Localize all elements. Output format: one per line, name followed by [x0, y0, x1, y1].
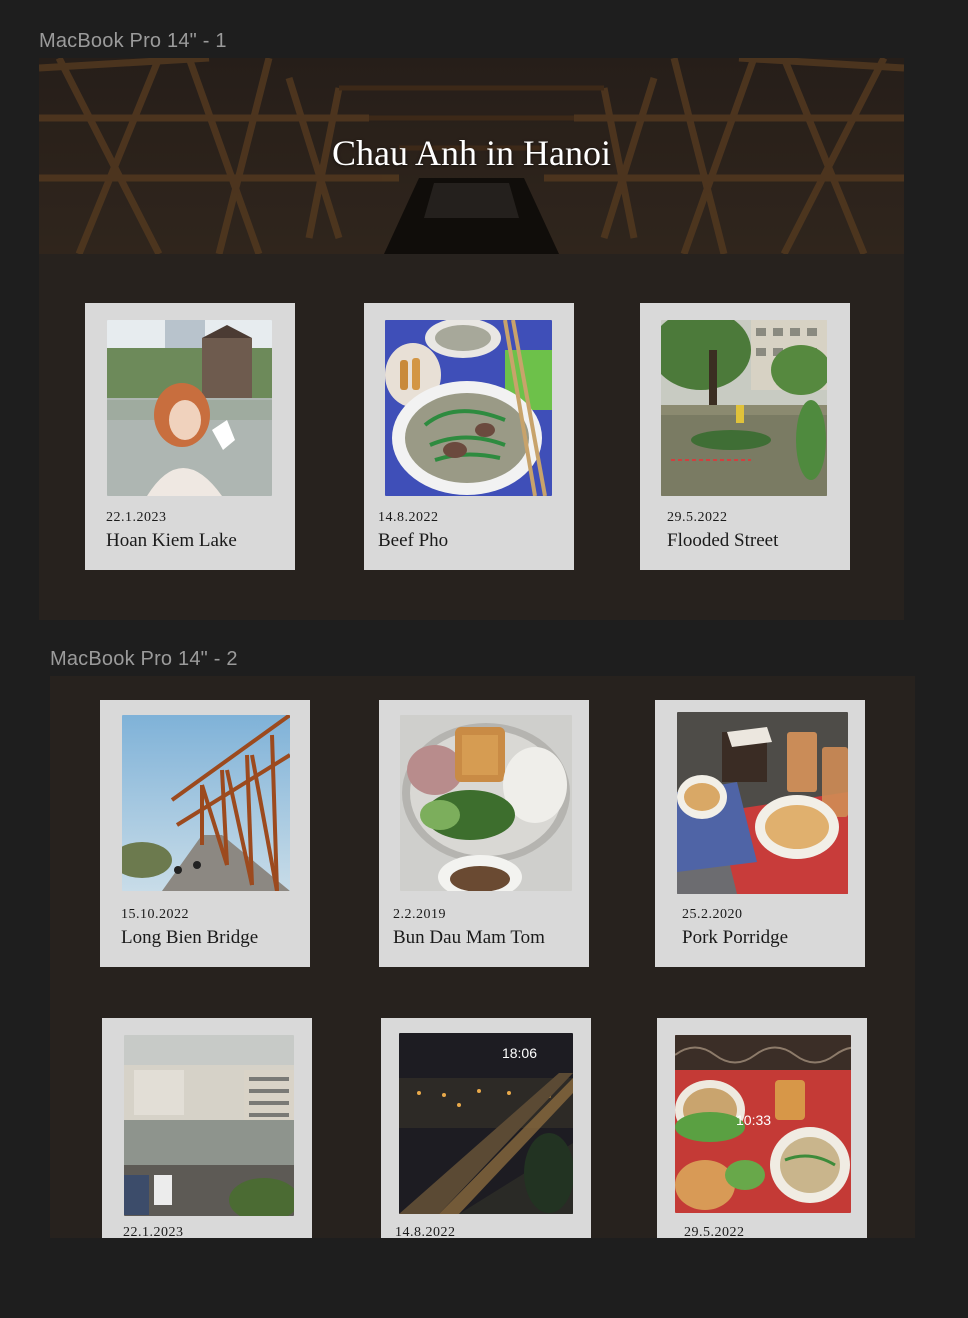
card-title: Beef Pho	[378, 530, 449, 551]
frame-label-1[interactable]: MacBook Pro 14" - 1	[39, 30, 227, 53]
porridge-photo	[677, 712, 848, 894]
card-date: 15.10.2022	[121, 907, 189, 922]
flooded-street-photo	[661, 320, 827, 496]
photo-card-hoan-kiem[interactable]: 22.1.2023 Hoan Kiem Lake	[85, 303, 295, 570]
card-title: Flooded Street	[667, 530, 779, 551]
photo-card-beef-pho[interactable]: 14.8.2022 Beef Pho	[364, 303, 574, 570]
photo-card-bun-dau[interactable]: 2.2.2019 Bun Dau Mam Tom	[379, 700, 589, 967]
card-title: Bun Dau Mam Tom	[393, 927, 545, 948]
city-rain-photo	[124, 1035, 294, 1216]
photo-card-pork-porridge[interactable]: 25.2.2020 Pork Porridge	[655, 700, 865, 967]
card-title: Pork Porridge	[682, 927, 789, 948]
card-date: 14.8.2022	[378, 510, 439, 525]
card-date: 22.1.2023	[106, 510, 167, 525]
photo-card-city-rain[interactable]: 22.1.2023	[102, 1018, 312, 1238]
noodle-table-photo: 10:33	[675, 1035, 851, 1213]
photo-card-long-bien[interactable]: 15.10.2022 Long Bien Bridge	[100, 700, 310, 967]
frame-macbook-1[interactable]: Chau Anh in Hanoi 22.1.2023 Hoan Kiem La…	[39, 58, 904, 620]
bridge-photo	[122, 715, 290, 891]
pho-bowl-photo	[385, 320, 552, 496]
photo-card-flooded-street[interactable]: 29.5.2022 Flooded Street	[640, 303, 850, 570]
night-bridge-photo: 18:06	[399, 1033, 573, 1214]
card-date: 22.1.2023	[123, 1225, 184, 1238]
card-date: 25.2.2020	[682, 907, 743, 922]
girl-at-lake-photo	[107, 320, 272, 496]
photo-time-overlay: 18:06	[501, 1045, 537, 1061]
frame-macbook-2[interactable]: 15.10.2022 Long Bien Bridge 2.2.2019 Bun…	[50, 676, 915, 1238]
bun-dau-photo	[400, 715, 572, 891]
hero-title: Chau Anh in Hanoi	[332, 133, 611, 173]
card-title: Long Bien Bridge	[121, 927, 259, 948]
photo-card-noodle-table[interactable]: 10:33 29.5.2022	[657, 1018, 867, 1238]
card-date: 14.8.2022	[395, 1225, 456, 1238]
photo-time-overlay: 10:33	[736, 1112, 772, 1128]
frame-label-2[interactable]: MacBook Pro 14" - 2	[50, 648, 238, 671]
card-date: 29.5.2022	[684, 1225, 745, 1238]
card-date: 29.5.2022	[667, 510, 728, 525]
card-title: Hoan Kiem Lake	[106, 530, 237, 551]
card-date: 2.2.2019	[393, 907, 446, 922]
photo-card-night-bridge[interactable]: 18:06 14.8.2022	[381, 1018, 591, 1238]
hero-banner: Chau Anh in Hanoi	[39, 58, 904, 254]
